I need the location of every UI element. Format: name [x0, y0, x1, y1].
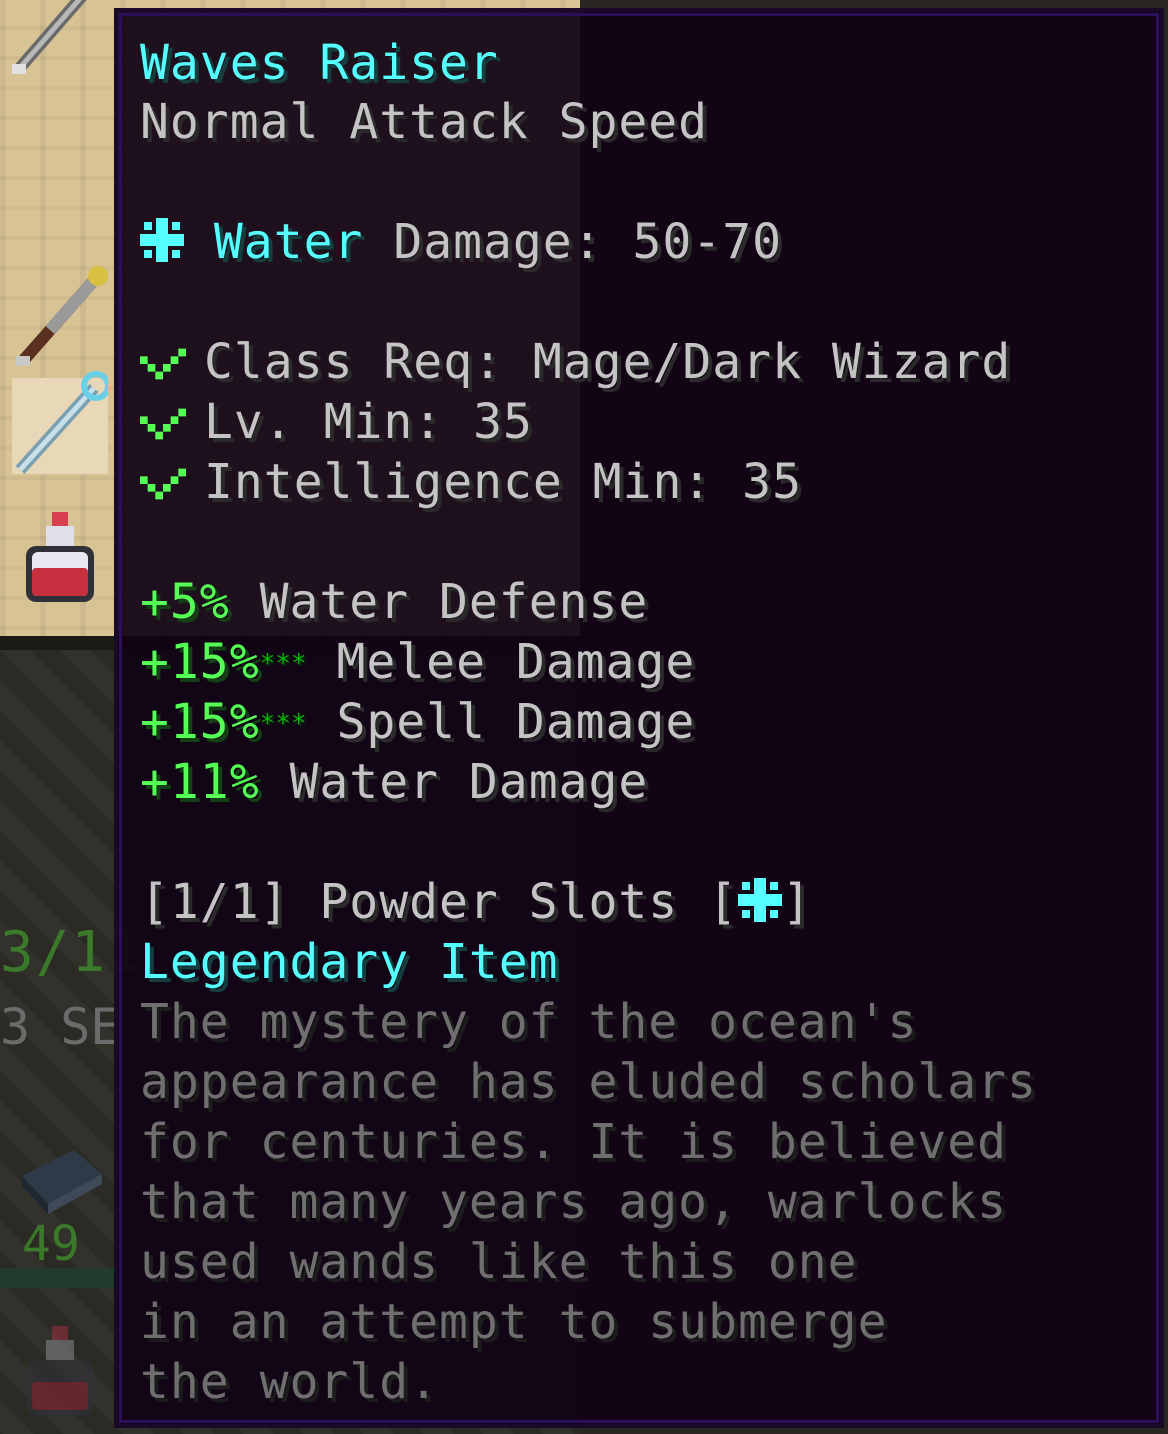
requirement-class: Class Req: Mage/Dark Wizard	[140, 332, 1150, 392]
potion-icon	[26, 1326, 94, 1416]
id-value: +5%	[140, 574, 230, 630]
wand-item-slot-1[interactable]	[4, 0, 104, 80]
damage-value: Damage: 50-70	[393, 214, 782, 270]
id-value: +15%	[140, 634, 260, 690]
requirement-intelligence-text: Intelligence Min: 35	[204, 454, 802, 510]
id-melee-damage: +15%*** Melee Damage	[140, 632, 1150, 692]
rarity-label: Legendary Item	[140, 934, 559, 990]
id-spell-damage: +15%*** Spell Damage	[140, 692, 1150, 752]
check-icon	[140, 348, 186, 380]
lore-line: appearance has eluded scholars	[140, 1054, 1037, 1110]
id-water-damage: +11% Water Damage	[140, 752, 1150, 812]
lore-line: in an attempt to submerge	[140, 1294, 888, 1350]
check-icon	[140, 408, 186, 440]
lore-line: that many years ago, warlocks	[140, 1174, 1008, 1230]
requirement-level-text: Lv. Min: 35	[204, 394, 533, 450]
requirement-class-text: Class Req: Mage/Dark Wizard	[204, 334, 1012, 390]
lore-line: The mystery of the ocean's	[140, 994, 918, 1050]
id-value: +11%	[140, 754, 260, 810]
id-value: +15%	[140, 694, 260, 750]
id-stars: ***	[259, 649, 307, 679]
id-water-defense: +5% Water Defense	[140, 572, 1150, 632]
potion-icon	[26, 512, 94, 602]
requirement-level: Lv. Min: 35	[140, 392, 1150, 452]
id-stars: ***	[259, 709, 307, 739]
damage-line: Water Damage: 50-70	[140, 212, 1150, 272]
damage-element: Water	[213, 214, 364, 270]
waves-raiser-item[interactable]	[8, 370, 111, 480]
requirement-intelligence: Intelligence Min: 35	[140, 452, 1150, 512]
item-tooltip: Waves Raiser Normal Attack Speed Water D…	[114, 8, 1164, 1428]
lore-line: the world.	[140, 1354, 439, 1410]
id-stat: Melee Damage	[336, 634, 696, 690]
book-icon	[22, 1150, 102, 1214]
hotbar-divider	[0, 1268, 120, 1288]
snowflake-icon	[140, 218, 184, 262]
powder-slots: [1/1] Powder Slots [ ]	[140, 872, 1150, 932]
level-number: 49	[22, 1216, 80, 1272]
snowflake-icon	[737, 878, 782, 922]
id-stat: Water Damage	[289, 754, 649, 810]
powder-slots-suffix: ]	[781, 874, 812, 930]
book-item[interactable]	[18, 1146, 104, 1216]
potion-item-hotbar[interactable]	[22, 1324, 98, 1420]
lore-line: used wands like this one	[140, 1234, 858, 1290]
health-potion-item[interactable]	[22, 510, 98, 606]
wand-icon	[15, 371, 111, 475]
id-stat: Water Defense	[259, 574, 649, 630]
item-name: Waves Raiser	[140, 35, 499, 91]
check-icon	[140, 468, 186, 500]
slot-sub-text: 3 SE	[0, 998, 121, 1056]
wand-icon	[16, 266, 108, 366]
attack-speed: Normal Attack Speed	[140, 94, 709, 150]
lore-line: for centuries. It is believed	[140, 1114, 1008, 1170]
wand-item-slot-2[interactable]	[10, 262, 110, 372]
id-stat: Spell Damage	[336, 694, 696, 750]
powder-slots-prefix: [1/1] Powder Slots [	[140, 874, 738, 930]
wand-icon	[12, 0, 87, 74]
